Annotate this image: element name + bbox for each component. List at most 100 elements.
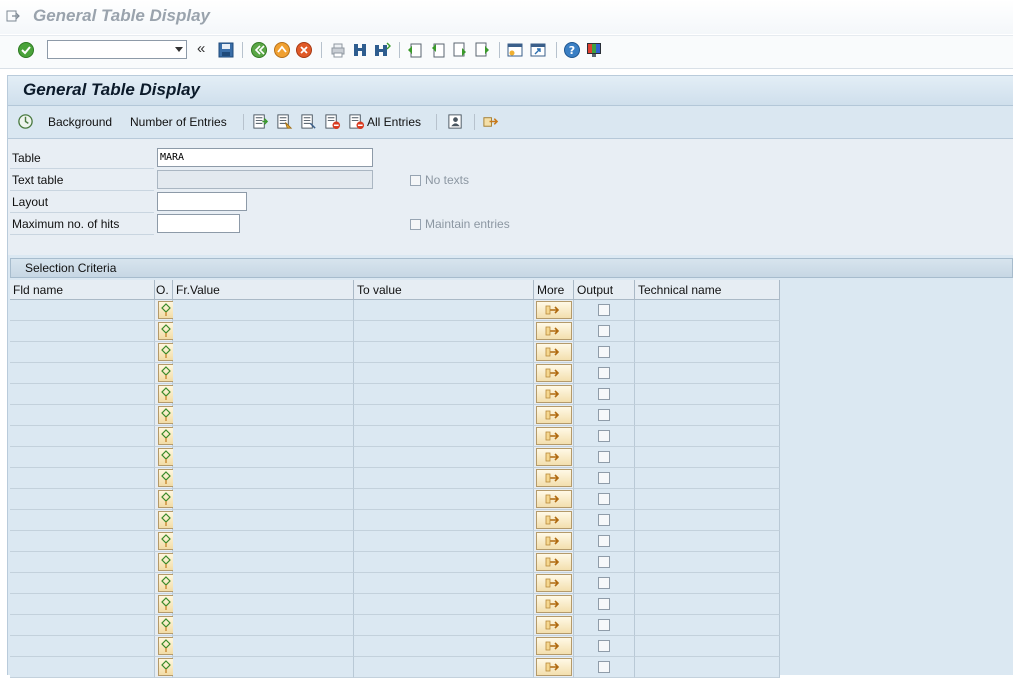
output-checkbox[interactable] [598, 304, 610, 316]
output-cell[interactable] [574, 384, 635, 405]
option-cell[interactable] [155, 531, 174, 552]
output-checkbox[interactable] [598, 472, 610, 484]
more-cell[interactable] [534, 342, 574, 363]
selection-option-button[interactable] [158, 385, 174, 403]
to-value-cell[interactable] [354, 342, 534, 363]
find-icon[interactable] [351, 41, 369, 59]
option-cell[interactable] [155, 552, 174, 573]
multiple-selection-button[interactable] [536, 427, 572, 445]
more-cell[interactable] [534, 300, 574, 321]
multiple-selection-button[interactable] [536, 616, 572, 634]
from-value-cell[interactable] [173, 468, 354, 489]
layout-input[interactable] [157, 192, 247, 211]
from-value-cell[interactable] [173, 426, 354, 447]
option-cell[interactable] [155, 573, 174, 594]
multiple-selection-button[interactable] [536, 343, 572, 361]
from-value-cell[interactable] [173, 384, 354, 405]
multiple-selection-button[interactable] [536, 322, 572, 340]
to-value-cell[interactable] [354, 363, 534, 384]
output-checkbox[interactable] [598, 661, 610, 673]
more-cell[interactable] [534, 636, 574, 657]
from-value-cell[interactable] [173, 405, 354, 426]
output-cell[interactable] [574, 636, 635, 657]
table-input[interactable]: MARA [157, 148, 373, 167]
option-cell[interactable] [155, 300, 174, 321]
chevron-down-icon[interactable] [175, 47, 183, 52]
output-cell[interactable] [574, 615, 635, 636]
output-checkbox[interactable] [598, 619, 610, 631]
option-cell[interactable] [155, 363, 174, 384]
option-cell[interactable] [155, 657, 174, 678]
from-value-cell[interactable] [173, 489, 354, 510]
multiple-selection-button[interactable] [536, 448, 572, 466]
selection-option-button[interactable] [158, 322, 174, 340]
option-cell[interactable] [155, 447, 174, 468]
multiple-selection-button[interactable] [536, 511, 572, 529]
option-cell[interactable] [155, 510, 174, 531]
more-cell[interactable] [534, 405, 574, 426]
column-header-from-value[interactable]: Fr.Value [173, 280, 354, 300]
option-cell[interactable] [155, 384, 174, 405]
output-cell[interactable] [574, 573, 635, 594]
output-checkbox[interactable] [598, 346, 610, 358]
from-value-cell[interactable] [173, 510, 354, 531]
to-value-cell[interactable] [354, 468, 534, 489]
output-checkbox[interactable] [598, 388, 610, 400]
multiple-selection-button[interactable] [536, 364, 572, 382]
output-cell[interactable] [574, 321, 635, 342]
output-checkbox[interactable] [598, 493, 610, 505]
from-value-cell[interactable] [173, 594, 354, 615]
to-value-cell[interactable] [354, 300, 534, 321]
enter-icon[interactable] [17, 41, 35, 59]
from-value-cell[interactable] [173, 531, 354, 552]
user-settings-icon[interactable] [447, 113, 464, 130]
output-cell[interactable] [574, 552, 635, 573]
output-cell[interactable] [574, 342, 635, 363]
multiple-selection-button[interactable] [536, 658, 572, 676]
back-icon[interactable] [250, 41, 268, 59]
option-cell[interactable] [155, 636, 174, 657]
selection-option-button[interactable] [158, 490, 174, 508]
customize-layout-icon[interactable] [585, 41, 603, 59]
to-value-cell[interactable] [354, 447, 534, 468]
output-cell[interactable] [574, 531, 635, 552]
to-value-cell[interactable] [354, 552, 534, 573]
from-value-cell[interactable] [173, 363, 354, 384]
option-cell[interactable] [155, 489, 174, 510]
double-chevron-icon[interactable]: « [197, 40, 205, 57]
to-value-cell[interactable] [354, 489, 534, 510]
execute-icon[interactable] [17, 113, 34, 130]
multiple-selection-button[interactable] [536, 490, 572, 508]
all-entries-icon[interactable] [348, 113, 365, 130]
to-value-cell[interactable] [354, 510, 534, 531]
column-header-to-value[interactable]: To value [354, 280, 534, 300]
more-cell[interactable] [534, 321, 574, 342]
output-cell[interactable] [574, 405, 635, 426]
print-icon[interactable] [329, 41, 347, 59]
max-hits-input[interactable] [157, 214, 240, 233]
from-value-cell[interactable] [173, 636, 354, 657]
save-icon[interactable] [217, 41, 235, 59]
output-checkbox[interactable] [598, 577, 610, 589]
more-cell[interactable] [534, 447, 574, 468]
from-value-cell[interactable] [173, 552, 354, 573]
output-cell[interactable] [574, 426, 635, 447]
from-value-cell[interactable] [173, 573, 354, 594]
selection-option-button[interactable] [158, 616, 174, 634]
selection-option-button[interactable] [158, 469, 174, 487]
column-header-option[interactable]: O. [155, 280, 173, 300]
selection-option-button[interactable] [158, 301, 174, 319]
output-cell[interactable] [574, 447, 635, 468]
selection-option-button[interactable] [158, 343, 174, 361]
output-checkbox[interactable] [598, 451, 610, 463]
more-cell[interactable] [534, 384, 574, 405]
to-value-cell[interactable] [354, 657, 534, 678]
output-checkbox[interactable] [598, 367, 610, 379]
option-cell[interactable] [155, 594, 174, 615]
to-value-cell[interactable] [354, 636, 534, 657]
exit-icon[interactable] [273, 41, 291, 59]
shortcut-icon[interactable] [529, 41, 547, 59]
more-cell[interactable] [534, 615, 574, 636]
to-value-cell[interactable] [354, 321, 534, 342]
column-header-output[interactable]: Output [574, 280, 635, 300]
